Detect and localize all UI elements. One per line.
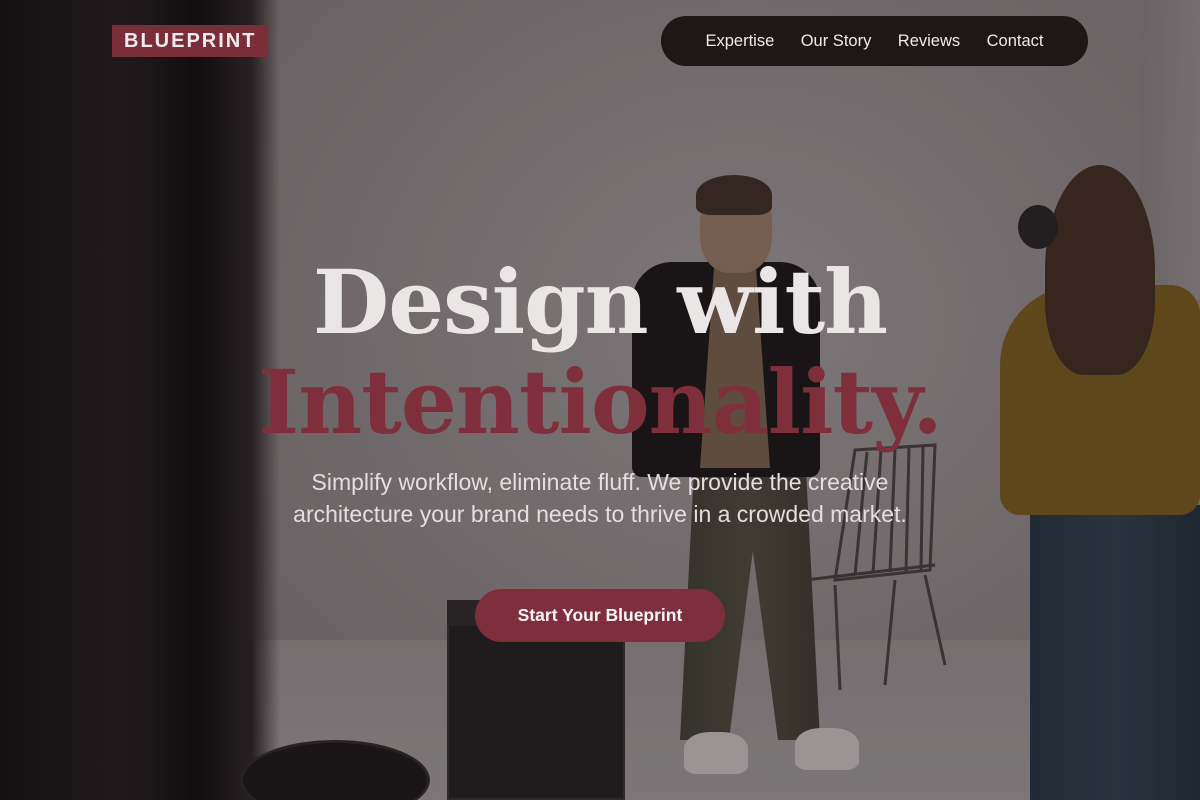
brand-logo[interactable]: BLUEPRINT	[112, 25, 269, 57]
headline-line-1: Design with	[312, 250, 888, 354]
start-blueprint-button[interactable]: Start Your Blueprint	[475, 589, 725, 642]
hero-section: BLUEPRINT Expertise Our Story Reviews Co…	[0, 0, 1200, 800]
hero-headline: Design with Intentionality.	[0, 252, 1200, 452]
nav-item-reviews[interactable]: Reviews	[898, 32, 960, 51]
headline-line-2: Intentionality.	[258, 350, 943, 454]
hero-subtitle: Simplify workflow, eliminate fluff. We p…	[293, 469, 907, 527]
nav-item-contact[interactable]: Contact	[987, 32, 1044, 51]
nav-item-our-story[interactable]: Our Story	[801, 32, 872, 51]
main-nav: Expertise Our Story Reviews Contact	[661, 16, 1088, 66]
nav-item-expertise[interactable]: Expertise	[705, 32, 774, 51]
